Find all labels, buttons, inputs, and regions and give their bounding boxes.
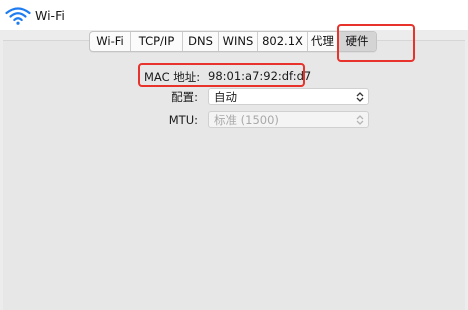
- tab-wifi[interactable]: Wi-Fi: [90, 32, 131, 51]
- mtu-label: MTU:: [168, 113, 198, 127]
- config-select[interactable]: 自动: [208, 88, 369, 105]
- hardware-tab-highlight: [337, 24, 415, 62]
- config-label: 配置:: [171, 90, 198, 104]
- wifi-icon: [5, 7, 31, 25]
- mac-address-value: 98:01:a7:92:df:d7: [208, 69, 312, 83]
- window-title: Wi-Fi: [35, 8, 65, 23]
- chevron-updown-icon: [356, 115, 364, 125]
- mac-address-label: MAC 地址:: [144, 70, 201, 84]
- tab-dns[interactable]: DNS: [183, 32, 219, 51]
- tab-bar: Wi-Fi TCP/IP DNS WINS 802.1X 代理 硬件: [89, 31, 377, 52]
- mtu-select-value: 标准 (1500): [214, 113, 279, 127]
- mtu-select: 标准 (1500): [208, 111, 369, 128]
- tab-8021x[interactable]: 802.1X: [258, 32, 308, 51]
- tab-proxy[interactable]: 代理: [308, 32, 338, 51]
- tab-tcpip[interactable]: TCP/IP: [131, 32, 183, 51]
- tab-wins[interactable]: WINS: [219, 32, 258, 51]
- chevron-updown-icon: [356, 92, 364, 102]
- config-select-value: 自动: [214, 90, 237, 104]
